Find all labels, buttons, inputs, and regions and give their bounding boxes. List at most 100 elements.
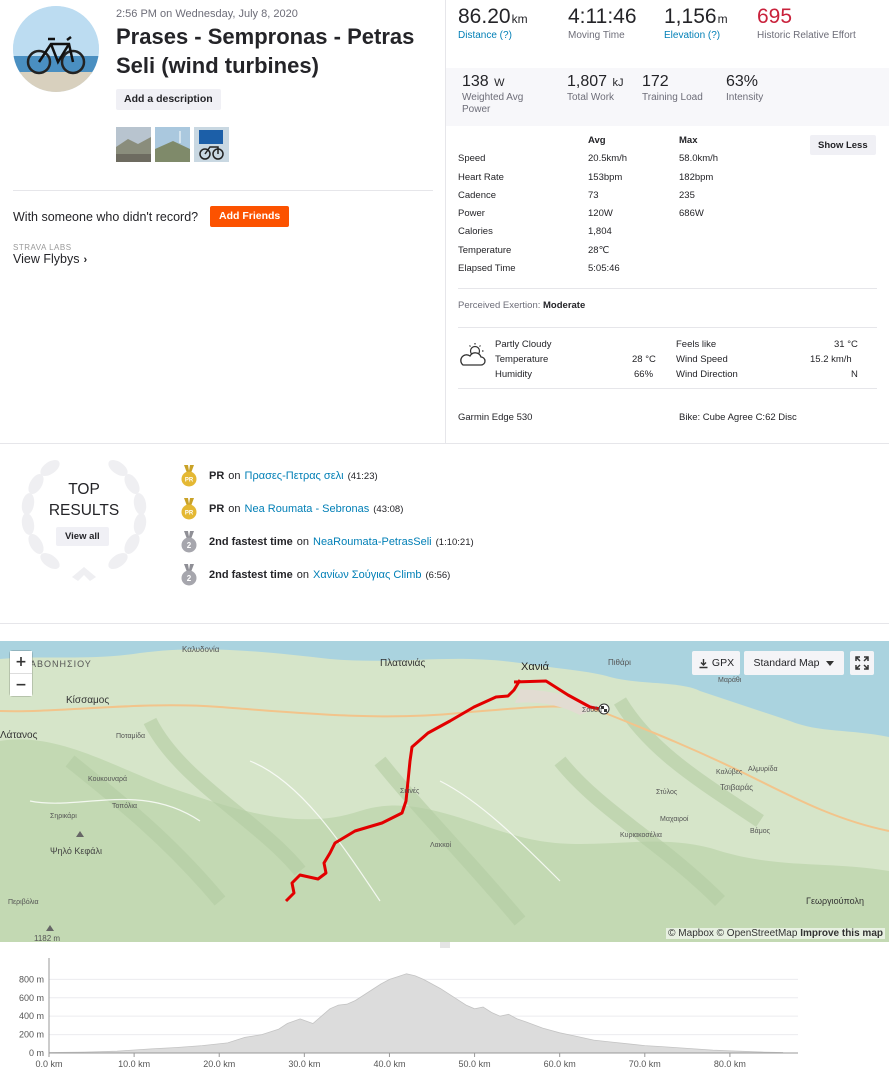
segment-time: (1:10:21) [435,536,474,548]
metric-max: 235 [679,189,695,201]
achievement-on: on [228,503,241,515]
section-divider [0,623,889,624]
divider [458,288,877,289]
y-tick-label: 600 m [19,993,44,1003]
stat-total-work: 1,807 kJ Total Work [567,73,624,104]
place-label: Ποταμίδα [116,732,145,740]
photo-thumbnail[interactable] [155,127,190,162]
download-icon [699,658,708,668]
elevation-profile[interactable]: 0 m 200 m 400 m 600 m 800 m 0.0 km 10.0 km 20.0… [0,942,889,1080]
place-label: Σούδα [582,706,602,714]
place-label: Αλμυρίδα [748,765,778,773]
view-flybys-link[interactable]: View Flybys › [13,252,87,266]
map-attribution: © Mapbox © OpenStreetMap Improve this ma… [666,928,885,939]
elevation-area [48,973,784,1054]
activity-title[interactable]: Prases - Sempronas - Petras Seli (wind t… [116,22,436,80]
expand-icon [855,656,869,670]
zoom-in-button[interactable]: + [10,651,32,673]
attribution-text[interactable]: © Mapbox © OpenStreetMap [668,928,797,939]
segment-link[interactable]: Χανίων Σούγιας Climb [313,569,422,581]
weather-condition: Partly Cloudy [495,339,552,350]
improve-map-link[interactable]: Improve this map [800,928,883,939]
view-flybys-label: View Flybys [13,252,80,266]
place-label: Περιβόλια [8,898,39,906]
stat-label: Intensity [726,92,764,103]
stat-unit: W [494,77,505,89]
stat-label[interactable]: Elevation (?) [664,30,728,42]
metric-max: 182bpm [679,171,714,183]
bicycle-photo [13,6,99,92]
place-label: Βάμος [750,827,771,835]
achievement-item: 2 2nd fastest time on Χανίων Σούγιας Cli… [180,564,450,586]
fullscreen-button[interactable] [850,651,874,675]
place-label: Τσιβαράς [720,783,753,792]
metric-label: Power [458,208,485,220]
x-tick-label: 20.0 km [203,1059,235,1069]
map-canvas[interactable]: ΑΒΟΝΗΣΙΟΥ Καλυδονία Πλατανιάς Χανιά Πιθά… [0,641,889,942]
zoom-out-button[interactable]: − [10,674,32,696]
mountain-road-photo [116,127,151,162]
stat-label[interactable]: Distance (?) [458,30,528,42]
place-label: 1182 m [34,934,60,942]
medal-badge: PR [185,511,194,517]
x-tick-label: 80.0 km [714,1059,746,1069]
segment-link[interactable]: Πρασες-Πετρας σελι [245,470,344,482]
route-map[interactable]: ΑΒΟΝΗΣΙΟΥ Καλυδονία Πλατανιάς Χανιά Πιθά… [0,641,889,942]
y-tick-label: 0 m [29,1048,44,1058]
photo-thumbnail[interactable] [194,127,229,162]
x-tick-label: 70.0 km [629,1059,661,1069]
top-results-title: TOP RESULTS [34,479,134,521]
metric-label: Elapsed Time [458,263,516,275]
bike-name[interactable]: Bike: Cube Agree C:62 Disc [679,412,797,423]
wind-speed-label: Wind Speed [676,354,728,365]
perceived-exertion: Perceived Exertion: Moderate [458,300,585,311]
activity-stats-panel: 86.20km Distance (?) 4:11:46 Moving Time… [445,0,889,443]
stat-value: 1,807 [567,73,608,90]
y-tick-label: 200 m [19,1030,44,1040]
elevation-chart[interactable]: 0 m 200 m 400 m 600 m 800 m 0.0 km 10.0 km 20.0… [0,942,889,1080]
silver-medal-icon: 2 [181,564,197,586]
exertion-label: Perceived Exertion: [458,300,541,311]
place-label: Μαχαιροί [660,815,689,823]
place-label: Σκινές [400,787,420,795]
avg-header: Avg [588,135,606,146]
photo-thumbnails [116,127,229,162]
wind-speed-value: 15.2 km/h [810,354,852,365]
place-label: Καλυδονία [182,645,220,654]
segment-link[interactable]: Nea Roumata - Sebronas [245,503,370,515]
achievement-type: PR [209,503,225,515]
pr-medal-icon: PR [181,465,197,487]
max-header: Max [679,135,698,146]
place-label: Στύλος [656,788,678,796]
photo-thumbnail[interactable] [116,127,151,162]
place-label: Ψηλό Κεφάλι [50,846,102,856]
divider [458,388,877,389]
humidity-label: Humidity [495,369,532,380]
place-label: Πλατανιάς [380,657,425,669]
x-tick-label: 40.0 km [373,1059,405,1069]
stat-label: Moving Time [568,30,625,41]
add-friends-button[interactable]: Add Friends [210,206,290,227]
stat-value: 4:11:46 [568,5,637,28]
activity-header: 2:56 PM on Wednesday, July 8, 2020 Prase… [0,0,445,443]
metric-label: Temperature [458,244,512,256]
stat-moving-time: 4:11:46 Moving Time [568,5,637,42]
metric-max: 686W [679,208,704,220]
add-description-button[interactable]: Add a description [116,89,221,110]
stat-unit: km [511,12,528,26]
show-less-button[interactable]: Show Less [810,135,876,155]
x-tick-label: 10.0 km [118,1059,150,1069]
segment-link[interactable]: NeaRoumata-PetrasSeli [313,536,432,548]
view-all-button[interactable]: View all [56,527,109,546]
divider [458,327,877,328]
place-label: Καλύβες [716,768,743,776]
achievement-type: 2nd fastest time [209,536,293,548]
hilltop-photo [155,127,190,162]
x-tick-label: 60.0 km [544,1059,576,1069]
athlete-avatar[interactable] [13,6,99,92]
gpx-download-button[interactable]: GPX [692,651,740,675]
achievement-item: 2 2nd fastest time on NeaRoumata-PetrasS… [180,531,474,553]
zoom-controls: + − [10,651,32,696]
stat-value: 138 [462,73,489,90]
map-style-select[interactable]: Standard Map [744,651,844,675]
